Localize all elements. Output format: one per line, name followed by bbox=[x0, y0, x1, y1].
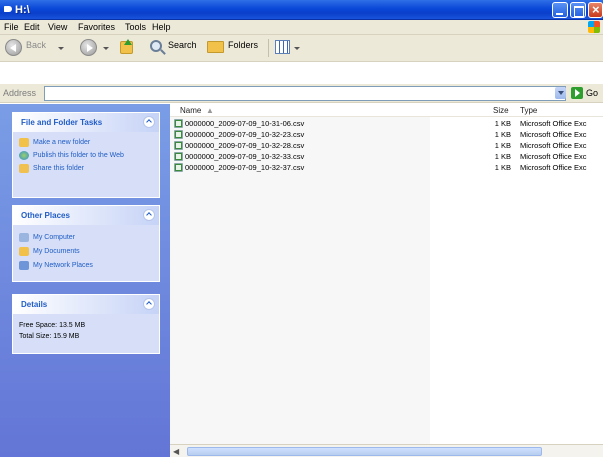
details-header[interactable]: Details bbox=[13, 295, 159, 314]
total-size-text: Total Size: 15.9 MB bbox=[19, 333, 80, 340]
windows-logo-icon bbox=[588, 21, 600, 33]
file-row[interactable]: 0000000_2009-07-09_10-32-37.csv 1 KB Mic… bbox=[170, 163, 603, 172]
details-panel: Details Free Space: 13.5 MB Total Size: … bbox=[12, 294, 160, 354]
menu-edit[interactable]: Edit bbox=[24, 22, 40, 32]
csv-file-icon bbox=[174, 119, 183, 128]
details-title: Details bbox=[21, 300, 48, 309]
folders-icon[interactable] bbox=[207, 41, 224, 53]
csv-file-icon bbox=[174, 130, 183, 139]
other-places-header[interactable]: Other Places bbox=[13, 206, 159, 225]
new-folder-icon bbox=[19, 138, 29, 147]
search-button[interactable]: Search bbox=[168, 40, 197, 50]
task-pane: File and Folder Tasks Make a new folder … bbox=[0, 104, 170, 457]
share-folder-link[interactable]: Share this folder bbox=[13, 164, 159, 173]
address-bar: Address Go bbox=[0, 84, 603, 103]
toolbar: Back Search Folders bbox=[0, 35, 603, 62]
menu-tools[interactable]: Tools bbox=[125, 22, 146, 32]
back-dropdown-icon[interactable] bbox=[58, 47, 64, 50]
my-documents-link[interactable]: My Documents bbox=[13, 247, 159, 256]
my-documents-icon bbox=[19, 247, 29, 256]
other-places-title: Other Places bbox=[21, 211, 70, 220]
csv-file-icon bbox=[174, 141, 183, 150]
go-arrow-icon[interactable] bbox=[571, 87, 583, 99]
type-column-header[interactable]: Type bbox=[520, 106, 537, 115]
file-row[interactable]: 0000000_2009-07-09_10-32-33.csv 1 KB Mic… bbox=[170, 152, 603, 161]
make-new-folder-link[interactable]: Make a new folder bbox=[13, 138, 159, 147]
address-input[interactable] bbox=[44, 86, 566, 101]
maximize-button[interactable] bbox=[570, 2, 586, 18]
menu-view[interactable]: View bbox=[48, 22, 67, 32]
title-bar: H:\ × bbox=[0, 0, 603, 20]
address-label: Address bbox=[3, 88, 37, 98]
forward-dropdown-icon[interactable] bbox=[103, 47, 109, 50]
file-row[interactable]: 0000000_2009-07-09_10-31-06.csv 1 KB Mic… bbox=[170, 119, 603, 128]
back-button[interactable]: Back bbox=[26, 40, 46, 50]
back-arrow-icon[interactable] bbox=[5, 39, 22, 56]
minimize-button[interactable] bbox=[552, 2, 568, 18]
sort-ascending-icon: ▲ bbox=[206, 106, 214, 115]
file-list[interactable]: Name ▲ Size Type 0000000_2009-07-09_10-3… bbox=[170, 104, 603, 457]
views-icon[interactable] bbox=[275, 40, 290, 54]
collapse-chevron-icon[interactable] bbox=[143, 298, 155, 310]
my-computer-link[interactable]: My Computer bbox=[13, 233, 159, 242]
toolbar-separator bbox=[268, 39, 269, 57]
folders-button[interactable]: Folders bbox=[228, 40, 258, 50]
menu-favorites[interactable]: Favorites bbox=[78, 22, 115, 32]
window-title: H:\ bbox=[15, 4, 30, 16]
collapse-chevron-icon[interactable] bbox=[143, 209, 155, 221]
file-folder-tasks-title: File and Folder Tasks bbox=[21, 118, 103, 127]
menu-bar: File Edit View Favorites Tools Help bbox=[0, 20, 603, 35]
csv-file-icon bbox=[174, 163, 183, 172]
horizontal-scrollbar[interactable]: ◀ bbox=[170, 444, 603, 457]
column-headers: Name ▲ Size Type bbox=[170, 104, 603, 444]
size-column-header[interactable]: Size bbox=[493, 106, 509, 115]
scroll-left-icon[interactable]: ◀ bbox=[173, 447, 179, 456]
collapse-chevron-icon[interactable] bbox=[143, 116, 155, 128]
csv-file-icon bbox=[174, 152, 183, 161]
my-computer-icon bbox=[19, 233, 29, 242]
my-network-places-link[interactable]: My Network Places bbox=[13, 261, 159, 270]
scrollbar-thumb[interactable] bbox=[187, 447, 542, 456]
file-folder-tasks-header[interactable]: File and Folder Tasks bbox=[13, 113, 159, 132]
views-dropdown-icon[interactable] bbox=[294, 47, 300, 50]
network-places-icon bbox=[19, 261, 29, 270]
folder-window-icon[interactable] bbox=[4, 6, 12, 12]
publish-web-icon bbox=[19, 151, 29, 160]
menu-file[interactable]: File bbox=[4, 22, 19, 32]
name-column-header[interactable]: Name bbox=[180, 106, 201, 115]
file-row[interactable]: 0000000_2009-07-09_10-32-28.csv 1 KB Mic… bbox=[170, 141, 603, 150]
share-folder-icon bbox=[19, 164, 29, 173]
publish-to-web-link[interactable]: Publish this folder to the Web bbox=[13, 151, 159, 160]
forward-arrow-icon[interactable] bbox=[80, 39, 97, 56]
file-folder-tasks-panel: File and Folder Tasks Make a new folder … bbox=[12, 112, 160, 198]
go-button[interactable]: Go bbox=[586, 88, 598, 98]
close-button[interactable]: × bbox=[588, 2, 603, 18]
menu-help[interactable]: Help bbox=[152, 22, 171, 32]
search-icon[interactable] bbox=[150, 40, 162, 52]
file-row[interactable]: 0000000_2009-07-09_10-32-23.csv 1 KB Mic… bbox=[170, 130, 603, 139]
free-space-text: Free Space: 13.5 MB bbox=[19, 322, 86, 329]
up-folder-icon[interactable] bbox=[120, 39, 133, 54]
address-dropdown-icon[interactable] bbox=[555, 87, 566, 99]
close-icon: × bbox=[592, 2, 600, 17]
other-places-panel: Other Places My Computer My Documents My… bbox=[12, 205, 160, 282]
